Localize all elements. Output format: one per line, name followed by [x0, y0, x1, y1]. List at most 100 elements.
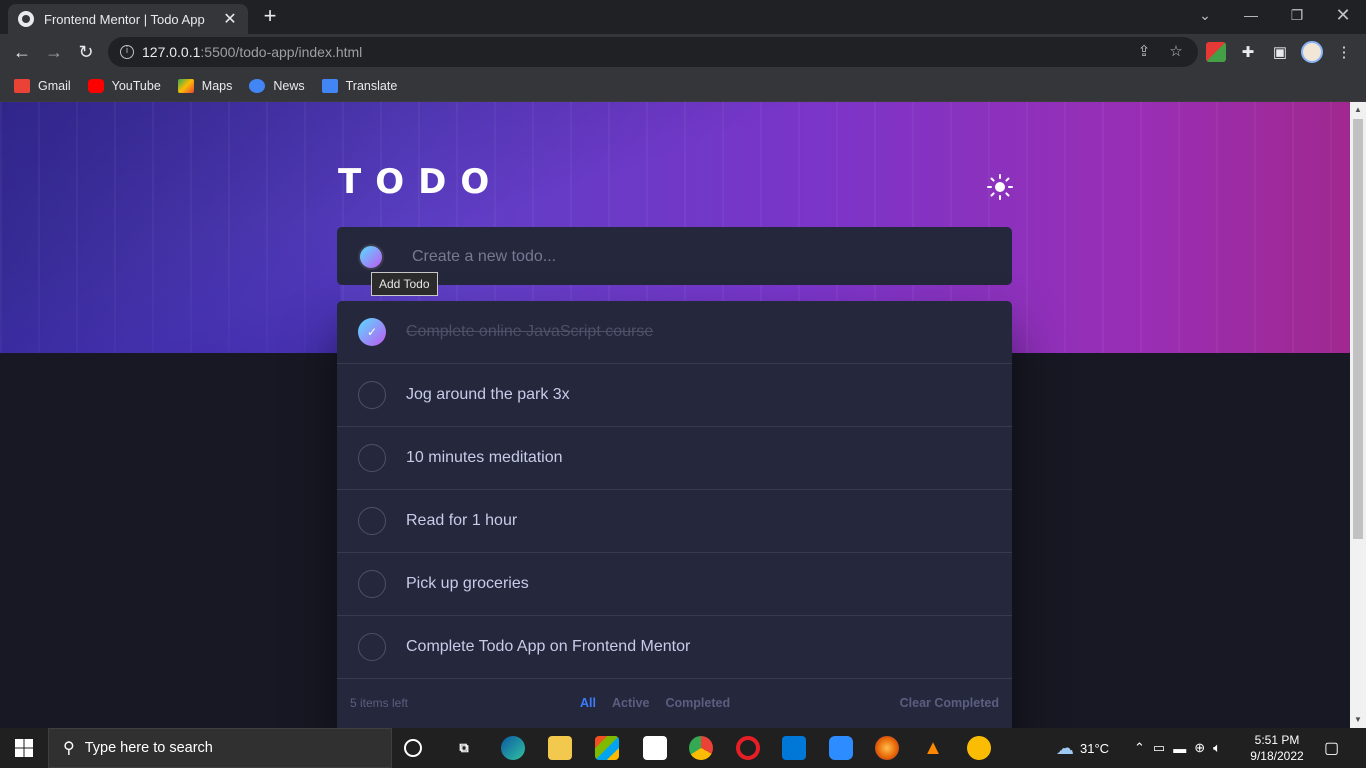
clock-date: 9/18/2022	[1250, 749, 1304, 763]
todo-item[interactable]: 10 minutes meditation	[337, 427, 1012, 490]
todo-text: Complete online JavaScript course	[406, 323, 654, 340]
url-text[interactable]: 127.0.0.1:5500/todo-app/index.html	[142, 44, 362, 60]
filter-all[interactable]: All	[580, 696, 596, 710]
unchecked-circle-icon[interactable]	[358, 633, 386, 661]
youtube-icon	[87, 78, 104, 93]
zoom-icon[interactable]	[829, 736, 853, 760]
meet-now-icon[interactable]: ▭	[1153, 740, 1165, 756]
vlc-icon[interactable]: ▲	[921, 736, 945, 760]
browser-tab-bar: Frontend Mentor | Todo App ✕ + ⌄ — ❐ ✕	[0, 0, 1366, 34]
translate-icon	[321, 78, 338, 93]
bookmark-translate[interactable]: Translate	[321, 78, 397, 93]
extension-icon[interactable]	[1206, 42, 1226, 62]
tab-close-icon[interactable]: ✕	[222, 9, 238, 29]
site-info-icon[interactable]: i	[120, 45, 134, 59]
chevron-up-icon[interactable]: ⌃	[1134, 740, 1145, 756]
unchecked-circle-icon[interactable]	[358, 570, 386, 598]
restore-icon[interactable]: ❐	[1274, 0, 1320, 30]
todo-item[interactable]: Jog around the park 3x	[337, 364, 1012, 427]
bookmark-youtube[interactable]: YouTube	[87, 78, 161, 93]
windows-taskbar: ⚲ Type here to search ⧉ ▲ ☁ 31°C ⌃ ▭ ▬ ⊕…	[0, 728, 1366, 768]
todo-list: ✓ Complete online JavaScript course Jog …	[337, 301, 1012, 728]
unchecked-circle-icon[interactable]	[358, 507, 386, 535]
new-todo-input[interactable]	[412, 244, 972, 270]
news-icon	[249, 78, 266, 93]
close-window-icon[interactable]: ✕	[1320, 0, 1366, 30]
network-globe-icon[interactable]: ⊕	[1194, 740, 1205, 756]
cloud-rain-icon: ☁	[1056, 737, 1074, 758]
todo-page: TODO ✓ Complete online JavaScript course…	[0, 102, 1350, 728]
new-tab-icon[interactable]: +	[258, 5, 282, 29]
search-icon: ⚲	[63, 740, 75, 757]
minimize-icon[interactable]: —	[1228, 0, 1274, 30]
cortana-icon[interactable]	[404, 739, 422, 757]
bookmark-maps[interactable]: Maps	[177, 78, 232, 93]
todo-text: Read for 1 hour	[406, 512, 518, 529]
filter-active[interactable]: Active	[612, 696, 650, 710]
weather-temp: 31°C	[1080, 740, 1110, 756]
weather-widget[interactable]: ☁ 31°C	[1056, 728, 1109, 768]
windows-logo-icon	[15, 739, 33, 757]
scroll-up-icon[interactable]: ▲	[1350, 102, 1366, 118]
battery-icon[interactable]: ▬	[1173, 741, 1186, 756]
add-todo-button[interactable]	[358, 244, 384, 270]
filter-completed[interactable]: Completed	[666, 696, 731, 710]
maps-icon	[177, 78, 194, 93]
todo-text: 10 minutes meditation	[406, 449, 563, 466]
mail-icon[interactable]	[643, 736, 667, 760]
filter-group: All Active Completed	[580, 696, 730, 710]
items-left-count: 5 items left	[350, 695, 409, 710]
bookmarks-bar: Gmail YouTube Maps News Translate	[0, 70, 1366, 102]
profile-avatar[interactable]	[1301, 41, 1323, 63]
unchecked-circle-icon[interactable]	[358, 444, 386, 472]
browser-tab[interactable]: Frontend Mentor | Todo App ✕	[8, 4, 248, 34]
edge-icon[interactable]	[501, 736, 525, 760]
menu-kebab-icon[interactable]: ⋮	[1334, 42, 1354, 62]
extensions-puzzle-icon[interactable]: ✚	[1238, 42, 1258, 62]
volume-icon[interactable]: 🔈︎	[1213, 740, 1221, 756]
address-bar[interactable]: i 127.0.0.1:5500/todo-app/index.html	[108, 37, 1198, 67]
todo-text: Jog around the park 3x	[406, 386, 570, 403]
tab-search-icon[interactable]: ⌄	[1182, 0, 1228, 30]
bookmark-star-icon[interactable]: ☆	[1166, 42, 1186, 62]
firefox-icon[interactable]	[875, 736, 899, 760]
file-explorer-icon[interactable]	[548, 736, 572, 760]
chrome-icon[interactable]	[689, 736, 713, 760]
sun-icon[interactable]	[987, 174, 1013, 200]
back-icon[interactable]: ←	[8, 38, 36, 66]
unchecked-circle-icon[interactable]	[358, 381, 386, 409]
side-panel-icon[interactable]: ▣	[1270, 42, 1290, 62]
page-title: TODO	[338, 162, 504, 202]
todo-text: Pick up groceries	[406, 575, 529, 592]
clear-completed-button[interactable]: Clear Completed	[900, 696, 999, 710]
windows-start-button[interactable]	[0, 728, 48, 768]
todo-footer: 5 items left All Active Completed Clear …	[337, 677, 1012, 728]
todo-item[interactable]: ✓ Complete online JavaScript course	[337, 301, 1012, 364]
reload-icon[interactable]: ↻	[72, 38, 100, 66]
notification-icon[interactable]: ▢	[1324, 728, 1339, 768]
opera-icon[interactable]	[736, 736, 760, 760]
chrome-canary-icon[interactable]	[967, 736, 991, 760]
todo-item[interactable]: Pick up groceries	[337, 553, 1012, 616]
todo-item[interactable]: Complete Todo App on Frontend Mentor	[337, 616, 1012, 679]
forward-icon[interactable]: →	[40, 38, 68, 66]
taskbar-search-box[interactable]: ⚲ Type here to search	[48, 728, 392, 768]
taskbar-clock[interactable]: 5:51 PM 9/18/2022	[1245, 732, 1309, 764]
frontend-mentor-favicon-icon	[18, 11, 34, 27]
new-todo-bar	[337, 227, 1012, 285]
todo-item[interactable]: Read for 1 hour	[337, 490, 1012, 553]
share-icon[interactable]: ⇪	[1134, 42, 1154, 62]
checked-circle-icon[interactable]: ✓	[358, 318, 386, 346]
scrollbar-thumb[interactable]	[1353, 119, 1363, 539]
page-scrollbar[interactable]: ▲ ▼	[1350, 102, 1366, 728]
bookmark-gmail[interactable]: Gmail	[14, 78, 71, 93]
todo-text: Complete Todo App on Frontend Mentor	[406, 638, 691, 655]
task-view-icon[interactable]: ⧉	[452, 736, 476, 760]
microsoft-store-icon[interactable]	[595, 736, 619, 760]
system-tray: ⌃ ▭ ▬ ⊕ 🔈︎	[1134, 728, 1221, 768]
scroll-down-icon[interactable]: ▼	[1350, 712, 1366, 728]
vscode-icon[interactable]	[782, 736, 806, 760]
browser-toolbar: ← → ↻ i 127.0.0.1:5500/todo-app/index.ht…	[0, 34, 1366, 70]
bookmark-news[interactable]: News	[249, 78, 305, 93]
search-placeholder: Type here to search	[84, 740, 213, 756]
